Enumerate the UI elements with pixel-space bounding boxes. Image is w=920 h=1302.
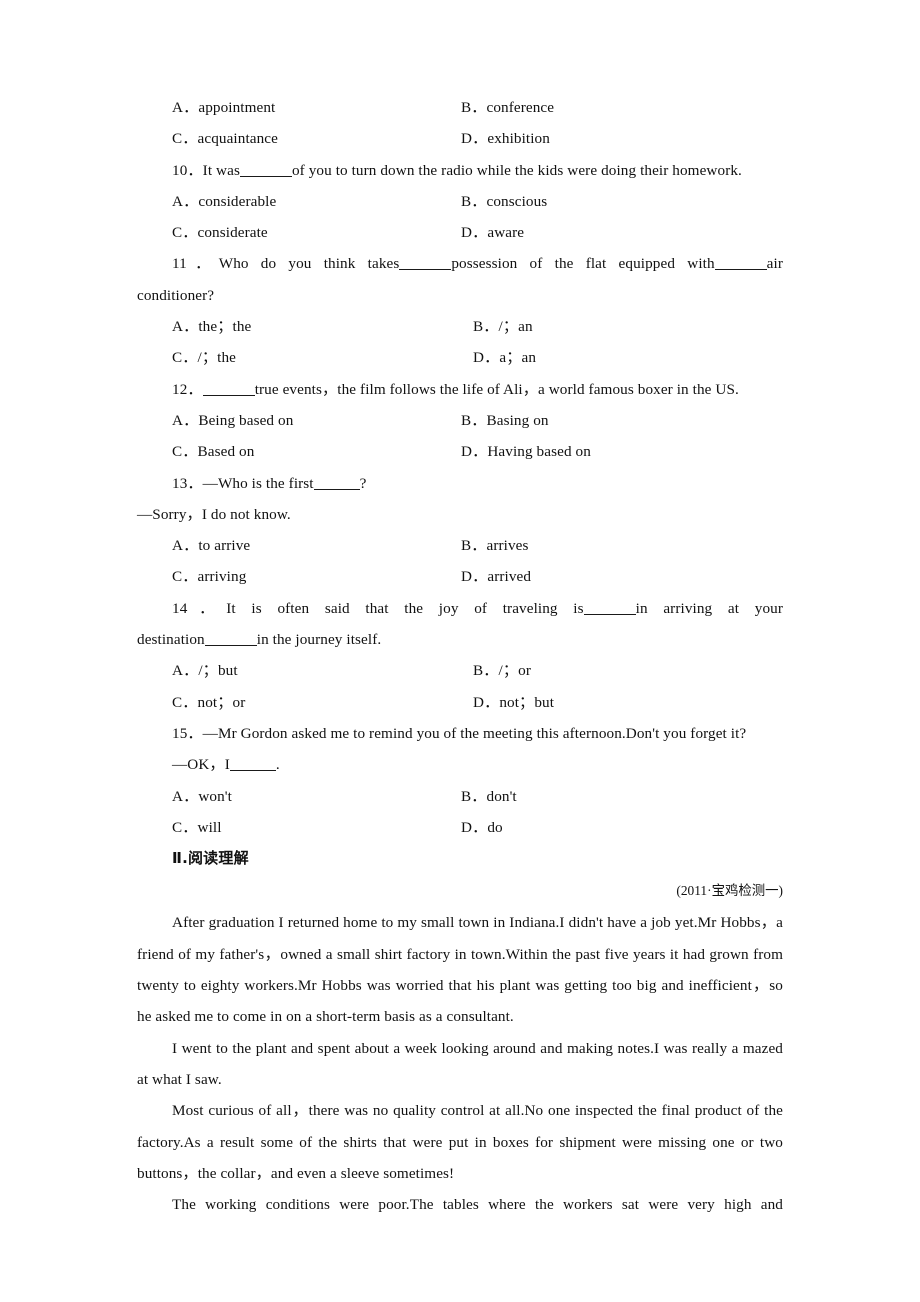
question-11-stem-line-2: conditioner? (137, 286, 215, 304)
question-10-options-row-2: C．considerate D．aware (137, 217, 783, 248)
option-c[interactable]: C．considerate (137, 217, 453, 248)
section-2-heading: Ⅱ.阅读理解 (172, 849, 249, 868)
answer-blank[interactable] (229, 757, 276, 772)
option-c[interactable]: C．acquaintance (137, 123, 453, 154)
option-b[interactable]: B．/；an (465, 311, 533, 342)
option-a[interactable]: A．considerable (137, 186, 453, 217)
option-b[interactable]: B．conference (453, 92, 554, 123)
option-c[interactable]: C．/；the (137, 342, 465, 373)
passage-paragraph: The working conditions were poor.The tab… (172, 1196, 783, 1214)
option-a[interactable]: A．appointment (137, 92, 453, 123)
question-10-stem: 10．It was of you to turn down the radio w… (137, 155, 783, 186)
option-d[interactable]: D．a；an (465, 342, 536, 373)
option-b[interactable]: B．/；or (465, 655, 531, 686)
question-12-stem-after: true events，the film follows the life of… (254, 380, 739, 398)
answer-blank[interactable] (313, 476, 360, 490)
answer-blank[interactable] (239, 163, 292, 177)
question-12-stem-before: 12． (172, 380, 203, 398)
option-c[interactable]: C．Based on (137, 436, 453, 467)
option-a[interactable]: A．/；but (137, 655, 465, 686)
option-d[interactable]: D．Having based on (453, 436, 591, 467)
answer-blank[interactable] (583, 601, 636, 615)
question-15-reply-after: . (275, 756, 280, 774)
question-15-reply: —OK，I. (137, 749, 783, 780)
question-11-options-row-2: C．/；the D．a；an (137, 342, 783, 373)
passage-paragraph: Most curious of all，there was no quality… (137, 1102, 783, 1182)
question-14-stem-before: 14．It is often said that the joy of trav… (172, 599, 584, 617)
passage-paragraph: I went to the plant and spent about a we… (137, 1039, 783, 1088)
question-10-stem-before: 10．It was (172, 161, 240, 179)
option-a[interactable]: A．Being based on (137, 405, 453, 436)
exam-source-label: (2011·宝鸡检测一) (676, 883, 783, 899)
question-14-line2-after: in the journey itself. (256, 631, 382, 649)
question-14-line2-before: destination (137, 631, 205, 649)
option-d[interactable]: D．exhibition (453, 123, 550, 154)
question-14-stem-line-2: destination in the journey itself. (137, 624, 783, 655)
question-12-options-row-1: A．Being based on B．Basing on (137, 405, 783, 436)
question-12-stem: 12． true events，the film follows the life… (137, 374, 783, 405)
question-9-options-row-2: C．acquaintance D．exhibition (137, 123, 783, 154)
question-10-stem-after: of you to turn down the radio while the … (291, 161, 742, 179)
question-14-stem-after: in arriving at your (635, 599, 783, 617)
question-13-stem-after: ? (359, 474, 367, 492)
question-11-stem-before: 11．Who do you think takes (172, 255, 400, 273)
option-c[interactable]: C．arriving (137, 561, 453, 592)
question-11-stem-line-1: 11．Who do you think takes possession of t… (137, 248, 783, 279)
question-15-stem: 15．—Mr Gordon asked me to remind you of … (172, 724, 747, 742)
question-9-options-row-1: A．appointment B．conference (137, 92, 783, 123)
question-14-options-row-1: A．/；but B．/；or (137, 655, 783, 686)
option-d[interactable]: D．arrived (453, 561, 531, 592)
question-11-options-row-1: A．the；the B．/；an (137, 311, 783, 342)
question-15-options-row-1: A．won't B．don't (137, 781, 783, 812)
question-14-options-row-2: C．not；or D．not；but (137, 687, 783, 718)
question-14-stem-line-1: 14．It is often said that the joy of trav… (137, 593, 783, 624)
question-11-stem-after: air (766, 255, 783, 273)
question-13-reply: —Sorry，I do not know. (137, 505, 291, 523)
option-b[interactable]: B．conscious (453, 186, 547, 217)
option-c[interactable]: C．not；or (137, 687, 465, 718)
question-10-options-row-1: A．considerable B．conscious (137, 186, 783, 217)
option-b[interactable]: B．arrives (453, 530, 529, 561)
question-13-options-row-2: C．arriving D．arrived (137, 561, 783, 592)
option-c[interactable]: C．will (137, 812, 453, 843)
option-d[interactable]: D．not；but (465, 687, 554, 718)
answer-blank[interactable] (399, 256, 452, 271)
question-11-stem-mid: possession of the flat equipped with (451, 255, 715, 273)
answer-blank[interactable] (204, 632, 257, 647)
question-12-options-row-2: C．Based on D．Having based on (137, 436, 783, 467)
option-a[interactable]: A．to arrive (137, 530, 453, 561)
worksheet-page: A．appointment B．conference C．acquaintanc… (137, 92, 783, 1220)
question-13-stem: 13．—Who is the first? (137, 468, 783, 499)
passage-paragraph: After graduation I returned home to my s… (137, 914, 783, 1026)
question-13-stem-before: 13．—Who is the first (172, 474, 314, 492)
option-b[interactable]: B．Basing on (453, 405, 549, 436)
question-13-options-row-1: A．to arrive B．arrives (137, 530, 783, 561)
option-a[interactable]: A．won't (137, 781, 453, 812)
question-15-reply-before: —OK，I (172, 756, 230, 774)
option-d[interactable]: D．aware (453, 217, 524, 248)
question-15-options-row-2: C．will D．do (137, 812, 783, 843)
option-b[interactable]: B．don't (453, 781, 517, 812)
option-d[interactable]: D．do (453, 812, 503, 843)
answer-blank[interactable] (202, 382, 255, 396)
option-a[interactable]: A．the；the (137, 311, 465, 342)
answer-blank[interactable] (714, 256, 767, 271)
